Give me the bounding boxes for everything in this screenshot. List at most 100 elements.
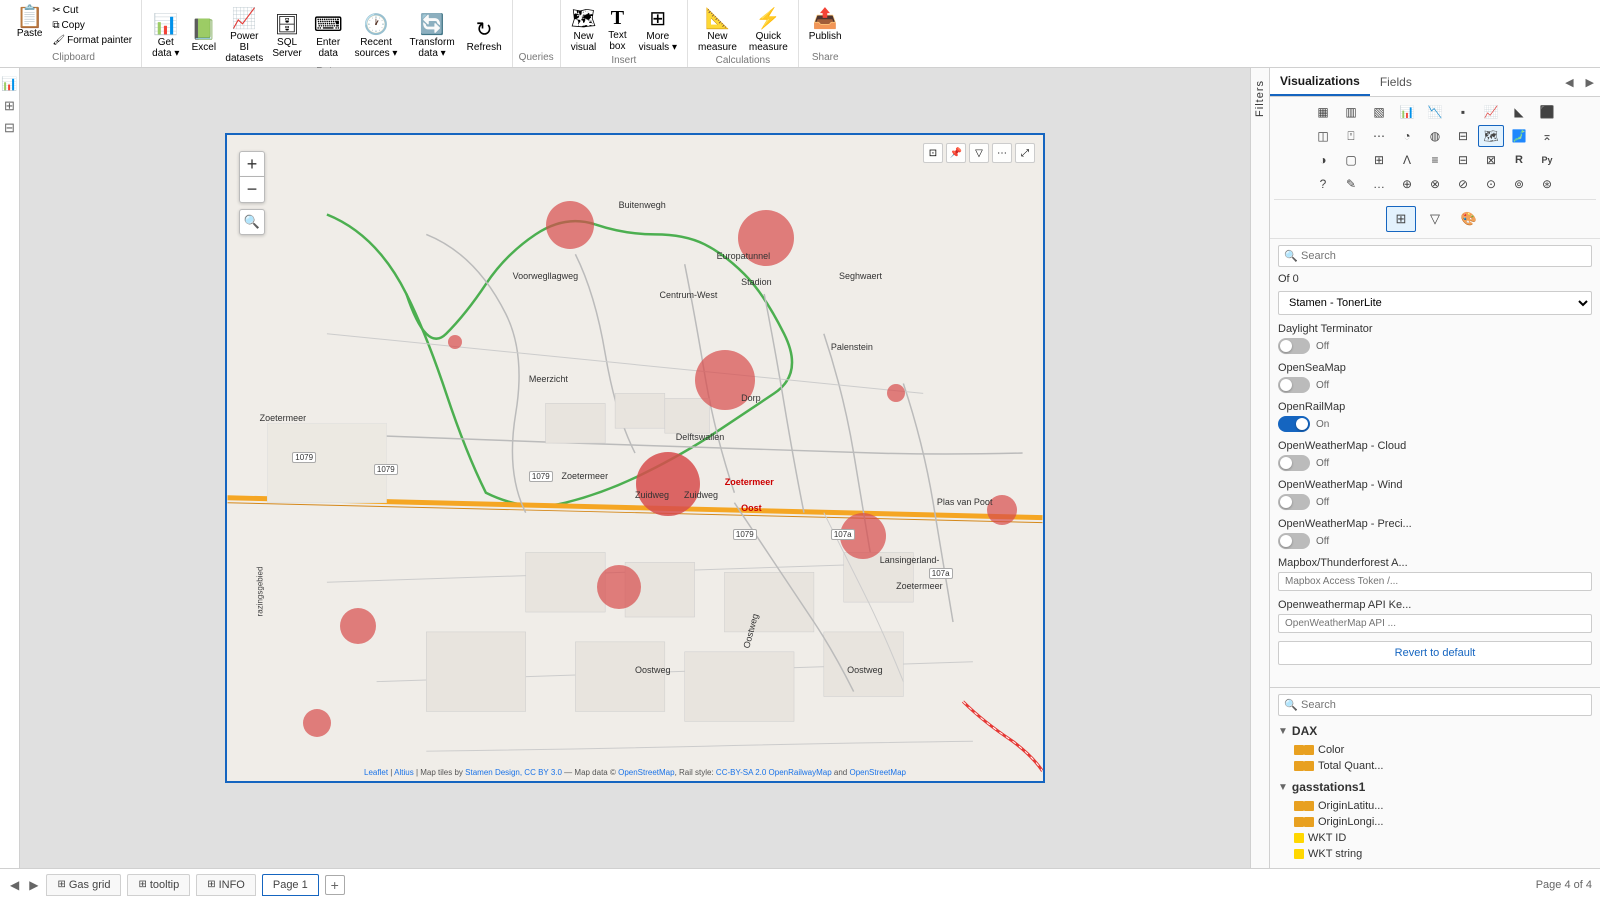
map-more-button[interactable]: ⋯ — [992, 143, 1012, 163]
fields-format-icon[interactable]: 🎨 — [1454, 206, 1484, 232]
viz-slicer-icon[interactable]: ≡ — [1422, 149, 1448, 171]
map-focus-button[interactable]: ⊡ — [923, 143, 943, 163]
openWeatherMap-cloud-toggle[interactable] — [1278, 455, 1310, 471]
enter-data-button[interactable]: ⌨ Enterdata — [310, 10, 347, 61]
viz-r-icon[interactable]: R — [1506, 149, 1532, 171]
fields-tab[interactable]: Fields — [1370, 69, 1422, 95]
viz-qna-icon[interactable]: ? — [1310, 173, 1336, 195]
viz-stacked-bar-icon[interactable]: ▦ — [1310, 101, 1336, 123]
map-style-select[interactable]: Stamen - TonerLite OpenStreetMap Bing Ma… — [1278, 291, 1592, 315]
fields-filter-icon[interactable]: ▽ — [1420, 206, 1450, 232]
viz-clustered-bar-icon[interactable]: ▥ — [1338, 101, 1364, 123]
viz-stacked-col-icon[interactable]: 📊 — [1394, 101, 1420, 123]
gasstations-item-wktid[interactable]: WKT ID — [1278, 830, 1592, 846]
tab-tooltip[interactable]: ⊞ tooltip — [127, 874, 190, 896]
viz-clustered-col-icon[interactable]: 📉 — [1422, 101, 1448, 123]
sql-server-button[interactable]: 🗄 SQLServer — [268, 10, 305, 61]
new-measure-button[interactable]: 📐 Newmeasure — [694, 4, 741, 55]
viz-waterfall-icon[interactable]: ⍞ — [1338, 125, 1364, 147]
viz-py-icon[interactable]: Py — [1534, 149, 1560, 171]
revert-to-default-button[interactable]: Revert to default — [1278, 641, 1592, 665]
get-data-button[interactable]: 📊 Getdata ▾ — [148, 10, 183, 61]
dax-item-total-quant[interactable]: Total Quant... — [1278, 758, 1592, 774]
zoom-out-button[interactable]: − — [239, 177, 265, 203]
format-painter-button[interactable]: 🖌Format painter — [49, 34, 135, 47]
nav-arrow-next[interactable]: ▶ — [27, 878, 40, 892]
viz-custom7-icon[interactable]: ⊛ — [1534, 173, 1560, 195]
panel-chevron-left[interactable]: ◀ — [1559, 70, 1579, 95]
nav-arrow-prev[interactable]: ◀ — [8, 878, 21, 892]
dax-item-color[interactable]: Color — [1278, 742, 1592, 758]
openRailMap-toggle[interactable] — [1278, 416, 1310, 432]
data-view-icon[interactable]: ⊞ — [4, 98, 15, 114]
viz-matrix-icon[interactable]: ⊠ — [1478, 149, 1504, 171]
model-view-icon[interactable]: ⊟ — [4, 120, 15, 136]
map-visual[interactable]: Buitenwegh Voorwegllagweg Europatunnel C… — [225, 133, 1045, 783]
openSeaMap-toggle[interactable] — [1278, 377, 1310, 393]
layer-search-input[interactable] — [1278, 245, 1592, 267]
daylight-terminator-toggle[interactable] — [1278, 338, 1310, 354]
text-box-button[interactable]: T Textbox — [604, 5, 630, 54]
viz-smart-narrative-icon[interactable]: ✎ — [1338, 173, 1364, 195]
cut-button[interactable]: ✂Cut — [49, 4, 135, 17]
gasstations-item-originlat[interactable]: OriginLatitu... — [1278, 798, 1592, 814]
fields-search-input[interactable] — [1278, 694, 1592, 716]
fields-build-icon[interactable]: ⊞ — [1386, 206, 1416, 232]
transform-data-button[interactable]: 🔄 Transformdata ▾ — [405, 10, 458, 61]
map-filter-button[interactable]: ▽ — [969, 143, 989, 163]
viz-custom2-icon[interactable]: ⊕ — [1394, 173, 1420, 195]
viz-custom1-icon[interactable]: … — [1366, 173, 1392, 195]
mapbox-token-input[interactable] — [1278, 572, 1592, 591]
viz-custom5-icon[interactable]: ⊙ — [1478, 173, 1504, 195]
paste-button[interactable]: 📋 Paste — [12, 4, 47, 41]
viz-stacked100-bar-icon[interactable]: ▧ — [1366, 101, 1392, 123]
openWeatherMap-preci-toggle[interactable] — [1278, 533, 1310, 549]
tab-info[interactable]: ⊞ INFO — [196, 874, 256, 896]
openWeatherMap-wind-toggle[interactable] — [1278, 494, 1310, 510]
viz-custom4-icon[interactable]: ⊘ — [1450, 173, 1476, 195]
add-page-button[interactable]: + — [325, 875, 345, 895]
viz-stacked100-col-icon[interactable]: ▪ — [1450, 101, 1476, 123]
viz-area-icon[interactable]: ◣ — [1506, 101, 1532, 123]
viz-treemap-icon[interactable]: ⊟ — [1450, 125, 1476, 147]
viz-line-col-icon[interactable]: ⬛ — [1534, 101, 1560, 123]
more-visuals-button[interactable]: ⊞ Morevisuals ▾ — [635, 4, 681, 55]
publish-button[interactable]: 📤 Publish — [805, 4, 846, 44]
viz-card-icon[interactable]: ▢ — [1338, 149, 1364, 171]
viz-ribbon-icon[interactable]: ◫ — [1310, 125, 1336, 147]
zoom-in-button[interactable]: + — [239, 151, 265, 177]
openweathermap-api-token-input[interactable] — [1278, 614, 1592, 633]
viz-gauge-icon[interactable]: ◑ — [1310, 149, 1336, 171]
gasstations-header[interactable]: ▼ gasstations1 — [1278, 778, 1592, 796]
viz-multirow-icon[interactable]: ⊞ — [1366, 149, 1392, 171]
refresh-button[interactable]: ↻ Refresh — [463, 15, 506, 55]
report-view-icon[interactable]: 📊 — [1, 76, 17, 92]
viz-donut-icon[interactable]: ◍ — [1422, 125, 1448, 147]
gasstations-item-originlong[interactable]: OriginLongi... — [1278, 814, 1592, 830]
new-visual-button[interactable]: 🗺 Newvisual — [567, 4, 601, 55]
recent-sources-button[interactable]: 🕐 Recentsources ▾ — [351, 10, 402, 61]
gasstations-item-wktstring[interactable]: WKT string — [1278, 846, 1592, 862]
quick-measure-button[interactable]: ⚡ Quickmeasure — [745, 4, 792, 55]
viz-table-icon[interactable]: ⊟ — [1450, 149, 1476, 171]
visualizations-tab[interactable]: Visualizations — [1270, 68, 1370, 96]
viz-pie-icon[interactable]: ◔ — [1394, 125, 1420, 147]
tab-gas-grid[interactable]: ⊞ Gas grid — [46, 874, 121, 896]
viz-custom6-icon[interactable]: ⊚ — [1506, 173, 1532, 195]
map-pin-button[interactable]: 📌 — [946, 143, 966, 163]
viz-scatter-icon[interactable]: ⋯ — [1366, 125, 1392, 147]
viz-custom3-icon[interactable]: ⊗ — [1422, 173, 1448, 195]
excel-button[interactable]: 📗 Excel — [187, 15, 220, 55]
viz-map-icon[interactable]: 🗺 — [1478, 125, 1504, 147]
viz-kpi-icon[interactable]: Λ — [1394, 149, 1420, 171]
tab-page1[interactable]: Page 1 — [262, 874, 319, 896]
dax-header[interactable]: ▼ DAX — [1278, 722, 1592, 740]
copy-button[interactable]: ⧉Copy — [49, 19, 135, 32]
viz-funnel-icon[interactable]: ⌅ — [1534, 125, 1560, 147]
panel-chevron-right[interactable]: ▶ — [1580, 70, 1600, 95]
viz-filled-map-icon[interactable]: 🗾 — [1506, 125, 1532, 147]
power-bi-datasets-button[interactable]: 📈 Power BI datasets — [224, 4, 264, 66]
search-location-button[interactable]: 🔍 — [239, 209, 265, 235]
map-expand-button[interactable]: ⤢ — [1015, 143, 1035, 163]
viz-line-icon[interactable]: 📈 — [1478, 101, 1504, 123]
